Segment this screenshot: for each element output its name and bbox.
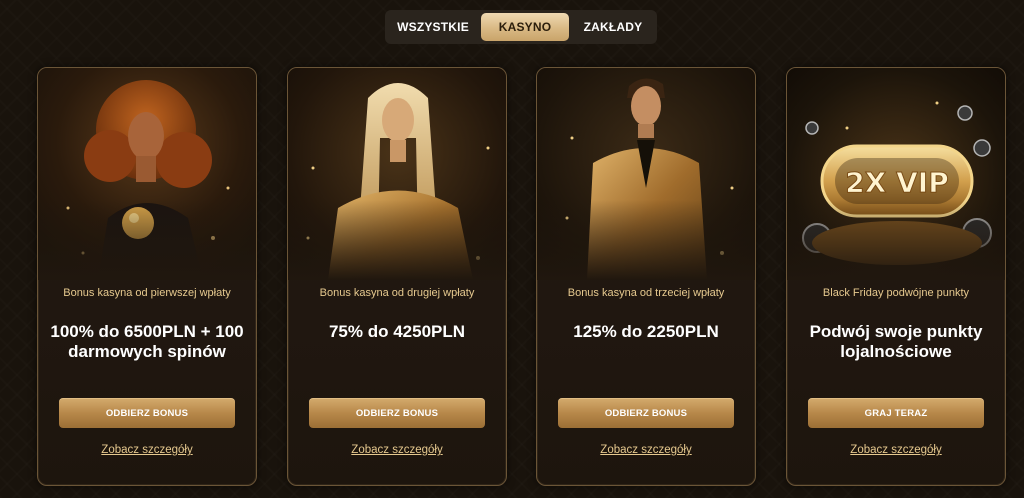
see-details-link[interactable]: Zobacz szczegóły — [288, 444, 506, 456]
see-details-link[interactable]: Zobacz szczegóły — [537, 444, 755, 456]
promo-title: Podwój swoje punkty lojalnościowe — [809, 322, 983, 361]
promo-image-man-gold-suit — [537, 68, 755, 280]
promo-card-first-deposit: Bonus kasyna od pierwszej wpłaty 100% do… — [37, 67, 257, 486]
see-details-link[interactable]: Zobacz szczegóły — [38, 444, 256, 456]
promo-card-second-deposit: Bonus kasyna od drugiej wpłaty 75% do 42… — [287, 67, 507, 486]
claim-bonus-button[interactable]: ODBIERZ BONUS — [309, 398, 485, 428]
tab-all[interactable]: WSZYSTKIE — [389, 13, 477, 41]
category-tabs: WSZYSTKIE KASYNO ZAKŁADY — [385, 10, 657, 44]
promo-subtitle: Bonus kasyna od drugiej wpłaty — [319, 287, 475, 299]
promo-subtitle: Black Friday podwójne punkty — [822, 287, 970, 299]
promo-subtitle: Bonus kasyna od pierwszej wpłaty — [63, 287, 231, 299]
see-details-link[interactable]: Zobacz szczegóły — [787, 444, 1005, 456]
promo-image-vip-badge: 2X VIP — [787, 68, 1005, 280]
promo-card-black-friday: 2X VIP Black Friday podwójne punkty Podw… — [786, 67, 1006, 486]
promotions-page: WSZYSTKIE KASYNO ZAKŁADY Bonus kasyna od… — [0, 0, 1024, 498]
promo-subtitle: Bonus kasyna od trzeciej wpłaty — [567, 287, 725, 299]
promo-image-woman-blonde — [288, 68, 506, 280]
claim-bonus-button[interactable]: ODBIERZ BONUS — [59, 398, 235, 428]
vip-badge-text: 2X VIP — [845, 166, 948, 199]
promo-card-third-deposit: Bonus kasyna od trzeciej wpłaty 125% do … — [536, 67, 756, 486]
promo-title: 125% do 2250PLN — [573, 322, 719, 341]
promo-title: 100% do 6500PLN + 100 darmowych spinów — [50, 322, 244, 361]
tab-casino[interactable]: KASYNO — [481, 13, 569, 41]
promo-title: 75% do 4250PLN — [328, 322, 466, 341]
play-now-button[interactable]: GRAJ TERAZ — [808, 398, 984, 428]
claim-bonus-button[interactable]: ODBIERZ BONUS — [558, 398, 734, 428]
tab-bets[interactable]: ZAKŁADY — [573, 13, 653, 41]
promo-image-woman-curly-hair — [38, 68, 256, 280]
